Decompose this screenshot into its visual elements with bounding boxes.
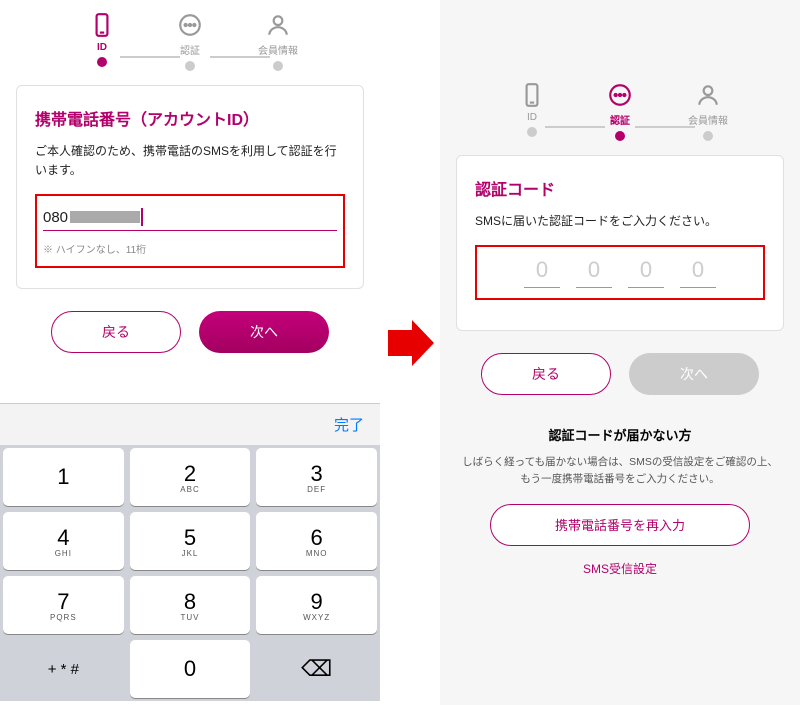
step-id: ID (506, 82, 558, 141)
button-row: 戻る 次へ (0, 311, 380, 353)
phone-card: 携帯電話番号（アカウントID） ご本人確認のため、携帯電話のSMSを利用して認証… (16, 85, 364, 289)
card-desc: SMSに届いた認証コードをご入力ください。 (475, 212, 765, 231)
phone-input-highlight: 080 ※ ハイフンなし、11桁 (35, 194, 345, 268)
step-auth: 認証 (594, 82, 646, 141)
code-card: 認証コード SMSに届いた認証コードをご入力ください。 0 0 0 0 (456, 155, 784, 331)
digit-key-0[interactable]: 0 (130, 640, 251, 698)
input-hint: ※ ハイフンなし、11桁 (43, 241, 337, 256)
person-icon (265, 12, 291, 38)
step-dot (615, 131, 625, 141)
text-cursor (141, 208, 143, 226)
digit-key-7[interactable]: 7PQRS (3, 576, 124, 634)
button-row: 戻る 次へ (440, 353, 800, 395)
phone-icon (519, 82, 545, 108)
step-label: 会員情報 (688, 112, 728, 127)
phone-value: 080 (43, 209, 68, 226)
step-dot (273, 61, 283, 71)
step-dot (703, 131, 713, 141)
step-label: ID (527, 112, 537, 123)
back-button[interactable]: 戻る (481, 353, 611, 395)
phone-icon (89, 12, 115, 38)
screen-phone-entry: ID 認証 会員情報 携帯電話番号（アカウントID） ご本人確認のため、携帯電話… (0, 0, 380, 705)
backspace-key[interactable]: ⌫ (256, 640, 377, 698)
step-member: 会員情報 (252, 12, 304, 71)
step-label: ID (97, 42, 107, 53)
screen-code-entry: ID 認証 会員情報 認証コード SMSに届いた認証コードをご入力ください。 0… (440, 0, 800, 705)
digit-key-1[interactable]: 1 (3, 448, 124, 506)
numeric-keypad: 12ABC3DEF 4GHI5JKL6MNO 7PQRS8TUV9WXYZ + * #… (0, 445, 380, 701)
digit-key-5[interactable]: 5JKL (130, 512, 251, 570)
step-dot (185, 61, 195, 71)
step-auth: 認証 (164, 12, 216, 71)
step-id: ID (76, 12, 128, 71)
chat-icon (607, 82, 633, 108)
digit-key-4[interactable]: 4GHI (3, 512, 124, 570)
digit-key-6[interactable]: 6MNO (256, 512, 377, 570)
step-member: 会員情報 (682, 82, 734, 141)
stepper: ID 認証 会員情報 (440, 70, 800, 145)
digit-key-8[interactable]: 8TUV (130, 576, 251, 634)
next-button[interactable]: 次へ (199, 311, 329, 353)
card-desc: ご本人確認のため、携帯電話のSMSを利用して認証を行います。 (35, 142, 345, 180)
back-button[interactable]: 戻る (51, 311, 181, 353)
code-digit-input[interactable]: 0 (680, 257, 716, 288)
keyboard-toolbar: 完了 (0, 403, 380, 445)
step-label: 認証 (180, 42, 200, 57)
sms-settings-link[interactable]: SMS受信設定 (460, 560, 780, 577)
keyboard-done-button[interactable]: 完了 (334, 414, 364, 435)
card-title: 携帯電話番号（アカウントID） (35, 106, 345, 130)
step-label: 認証 (610, 112, 630, 127)
masked-digits (70, 211, 140, 223)
step-dot (527, 127, 537, 137)
help-title: 認証コードが届かない方 (460, 425, 780, 444)
reenter-phone-button[interactable]: 携帯電話番号を再入力 (490, 504, 750, 546)
digit-key-2[interactable]: 2ABC (130, 448, 251, 506)
help-section: 認証コードが届かない方 しばらく経っても届かない場合は、SMSの受信設定をご確認… (460, 425, 780, 577)
flow-arrow-icon (388, 320, 434, 371)
code-input-highlight: 0 0 0 0 (475, 245, 765, 300)
step-dot (97, 57, 107, 67)
symbols-key[interactable]: + * # (3, 640, 124, 698)
digit-key-3[interactable]: 3DEF (256, 448, 377, 506)
phone-input[interactable]: 080 (43, 202, 337, 231)
digit-key-9[interactable]: 9WXYZ (256, 576, 377, 634)
code-digit-input[interactable]: 0 (628, 257, 664, 288)
stepper: ID 認証 会員情報 (0, 0, 380, 75)
card-title: 認証コード (475, 176, 765, 200)
help-desc: しばらく経っても届かない場合は、SMSの受信設定をご確認の上、もう一度携帯電話番… (460, 454, 780, 488)
next-button-disabled: 次へ (629, 353, 759, 395)
chat-icon (177, 12, 203, 38)
code-digit-input[interactable]: 0 (524, 257, 560, 288)
code-digit-input[interactable]: 0 (576, 257, 612, 288)
step-label: 会員情報 (258, 42, 298, 57)
person-icon (695, 82, 721, 108)
